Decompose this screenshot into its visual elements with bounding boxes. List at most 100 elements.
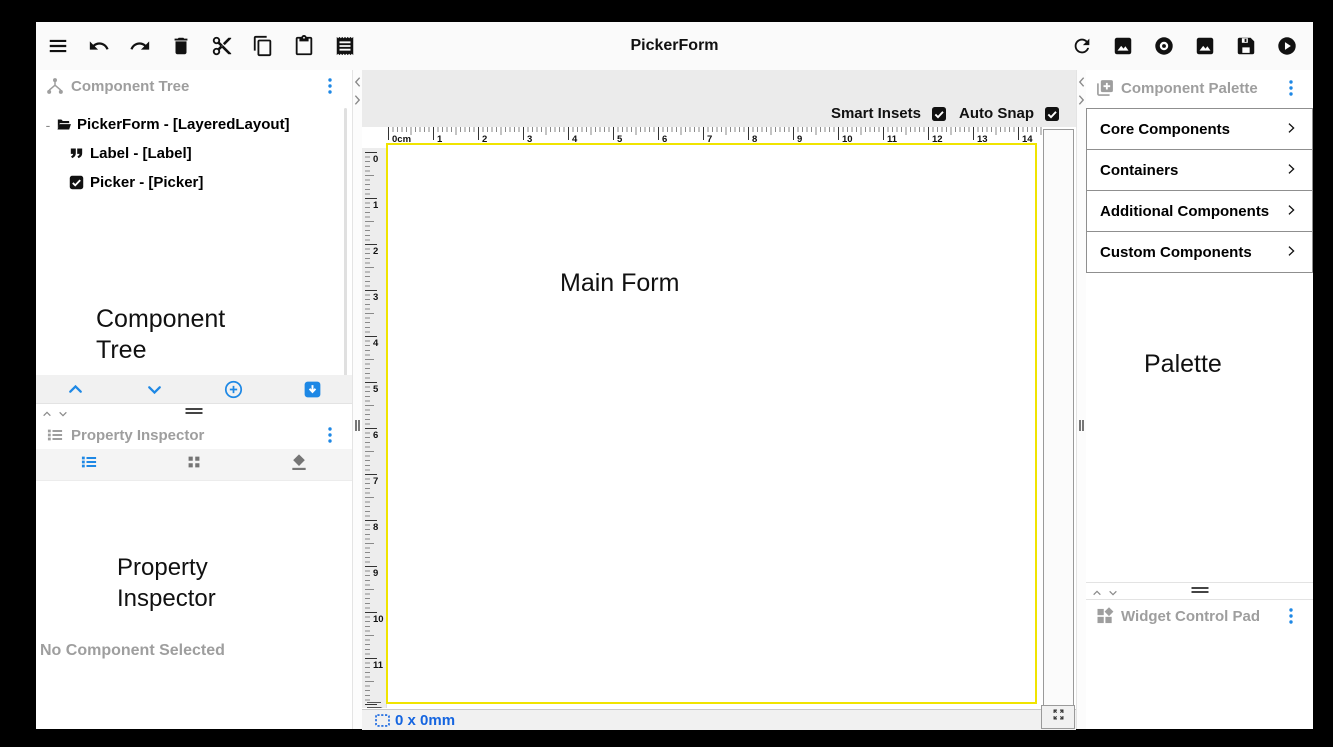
record-icon[interactable] [1152,34,1176,58]
add-box-icon [1095,78,1115,98]
receipt-icon[interactable] [333,34,357,58]
ruler-v-mark: 11 [362,658,386,704]
collapse-left-icon[interactable] [1077,76,1086,90]
chevron-down-icon[interactable] [143,377,167,401]
widget-control-pad-menu-icon[interactable] [1281,606,1301,626]
refresh-icon[interactable] [1070,34,1094,58]
ruler-v-mark: 8 [362,520,386,566]
canvas-top-strip: Smart Insets Auto Snap [362,70,1076,127]
divider-grip[interactable] [355,420,360,431]
list-icon [45,425,65,445]
ruler-v-mark: 7 [362,474,386,520]
vertical-ruler: 0123456789101112 [362,148,387,708]
delete-icon[interactable] [169,34,193,58]
cut-icon[interactable] [210,34,234,58]
image-icon[interactable] [1193,34,1217,58]
property-inspector-menu-icon[interactable] [320,425,340,445]
component-tree-menu-icon[interactable] [320,76,340,96]
ruler-v-mark: 6 [362,428,386,474]
tab-layout[interactable] [181,453,207,477]
component-tree-list: - PickerForm - [LayeredLayout] Label - [La… [36,110,348,197]
palette-section-core-components[interactable]: Core Components [1086,108,1313,150]
component-tree-header: Component Tree [36,70,352,102]
chevron-right-icon [1284,203,1300,219]
splitter-grip[interactable] [1191,587,1208,595]
ruler-v-mark: 3 [362,290,386,336]
copy-icon[interactable] [251,34,275,58]
checkbox-icon [67,174,85,192]
tab-style[interactable] [286,453,312,477]
palette-section-custom-components[interactable]: Custom Components [1086,231,1313,273]
property-inspector-title: Property Inspector [71,427,320,444]
list-blue-icon [79,452,99,477]
collapse-right-icon[interactable] [353,94,362,108]
palette-section-list: Core Components ContainersAdditional Comp… [1086,108,1313,273]
app-window: PickerForm Component Tree - PickerForm - … [36,22,1313,729]
main-form-annotation: Main Form [560,268,680,299]
property-inspector-header: Property Inspector [36,419,352,451]
widgets-icon [1095,606,1115,626]
dimensions-icon [374,713,391,728]
ruler-v-mark: 9 [362,566,386,612]
ruler-v-mark: 4 [362,336,386,382]
toolbar-left-group [46,22,357,70]
add-circle-icon[interactable] [222,377,246,401]
dimensions-value: 0 x 0mm [395,712,455,729]
main-toolbar: PickerForm [36,22,1313,71]
left-panel: Component Tree - PickerForm - [LayeredLay… [36,70,352,729]
smart-insets-label: Smart Insets [831,105,921,122]
property-inspector-annotation: Property Inspector [117,552,282,614]
save-icon[interactable] [1234,34,1258,58]
palette-section-label: Core Components [1100,121,1284,138]
paste-icon[interactable] [292,34,316,58]
form-design-surface[interactable]: Main Form [386,143,1037,704]
ruler-v-mark: 2 [362,244,386,290]
undo-icon[interactable] [87,34,111,58]
tree-item[interactable]: Label - [Label] [36,139,348,168]
component-tree-annotation: Component Tree [96,304,256,366]
tree-item[interactable]: - PickerForm - [LayeredLayout] [36,110,348,139]
chevron-up-icon[interactable] [64,377,88,401]
widget-control-pad-title: Widget Control Pad [1121,608,1281,625]
sitemap-icon [45,76,65,96]
palette-widgetpad-splitter[interactable] [1086,582,1313,600]
palette-section-containers[interactable]: Containers [1086,149,1313,191]
tab-properties[interactable] [76,453,102,477]
redo-icon[interactable] [128,34,152,58]
tree-item[interactable]: Picker - [Picker] [36,168,348,197]
palette-section-label: Custom Components [1100,244,1284,261]
window-title: PickerForm [630,22,718,70]
play-icon[interactable] [1275,34,1299,58]
divider-grip[interactable] [1079,420,1084,431]
no-component-selected-message: No Component Selected [40,642,225,660]
expand-icon [1051,707,1066,727]
collapse-right-icon[interactable] [1077,94,1086,108]
ruler-v-mark: 5 [362,382,386,428]
tree-item-label: PickerForm - [LayeredLayout] [77,116,290,133]
canvas-horizontal-scroll-grip[interactable] [367,702,381,708]
canvas-panel: Smart Insets Auto Snap 0cm12345678910111… [362,70,1076,729]
auto-snap-checkbox[interactable] [1044,106,1060,122]
chevron-right-icon [1284,162,1300,178]
menu-icon[interactable] [46,34,70,58]
canvas-vertical-scrollbar[interactable] [1043,129,1074,708]
component-palette-menu-icon[interactable] [1281,78,1301,98]
expand-canvas-button[interactable] [1041,705,1075,729]
paint-icon [289,452,309,477]
palette-section-additional-components[interactable]: Additional Components [1086,190,1313,232]
collapse-marker[interactable]: - [42,117,54,133]
smart-insets-checkbox[interactable] [931,106,947,122]
ruler-v-mark: 1 [362,198,386,244]
grid-icon [184,452,204,477]
tree-inspector-splitter[interactable] [36,403,352,420]
splitter-grip[interactable] [186,408,203,416]
right-panel: Component Palette Core ComponentsContain… [1086,70,1313,729]
collapse-left-icon[interactable] [353,76,362,90]
tree-scrollbar[interactable] [344,108,347,378]
canvas-status-bar: 0 x 0mm [362,709,1076,730]
quote-icon [67,145,85,163]
tree-item-label: Picker - [Picker] [90,174,203,191]
move-down-icon[interactable] [301,377,325,401]
image-icon[interactable] [1111,34,1135,58]
palette-annotation: Palette [1144,350,1222,379]
